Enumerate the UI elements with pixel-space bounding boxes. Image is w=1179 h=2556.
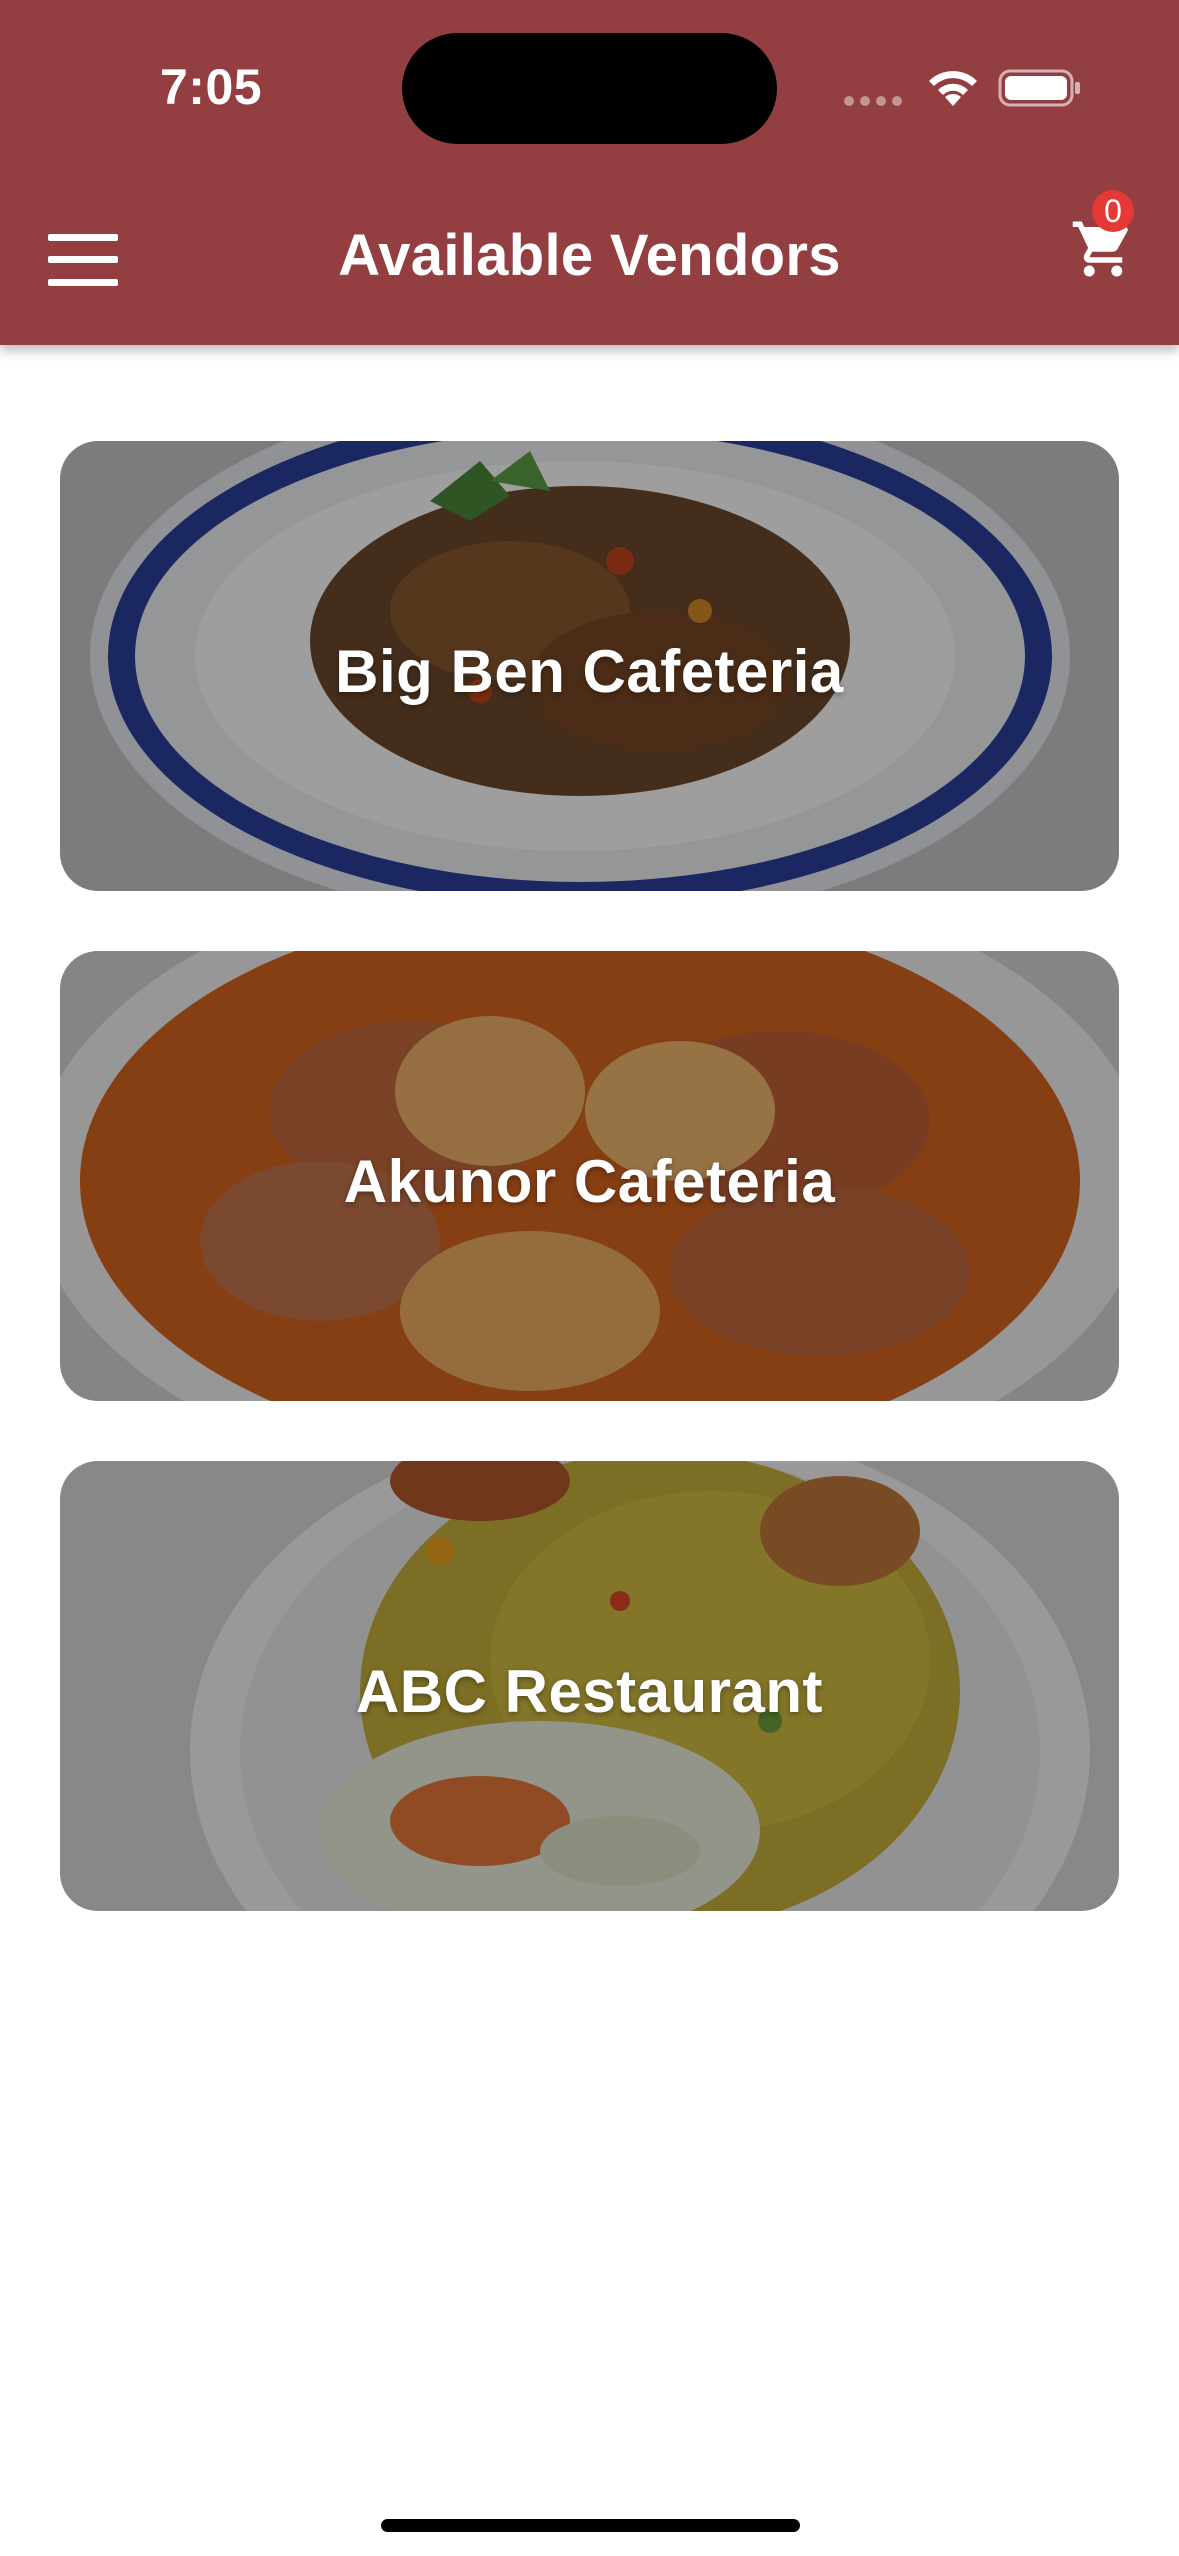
status-time: 7:05 bbox=[160, 59, 263, 115]
vendor-name: ABC Restaurant bbox=[355, 1658, 824, 1725]
vendor-card-big-ben[interactable]: Big Ben Cafeteria bbox=[60, 441, 1119, 891]
wifi-icon bbox=[929, 71, 977, 106]
vendor-card-akunor[interactable]: Akunor Cafeteria bbox=[60, 951, 1119, 1401]
vendor-name: Akunor Cafeteria bbox=[343, 1148, 836, 1215]
dynamic-island bbox=[402, 33, 777, 144]
vendor-name: Big Ben Cafeteria bbox=[335, 638, 844, 705]
vendor-card-abc[interactable]: ABC Restaurant bbox=[60, 1461, 1119, 1911]
battery-icon bbox=[998, 69, 1080, 107]
page-title: Available Vendors bbox=[338, 223, 841, 288]
app-header: 7:05 Available Vendors 0 bbox=[0, 0, 1179, 345]
cellular-signal-icon bbox=[844, 96, 902, 106]
home-indicator[interactable] bbox=[381, 2519, 800, 2532]
cart-count-badge: 0 bbox=[1092, 190, 1134, 232]
